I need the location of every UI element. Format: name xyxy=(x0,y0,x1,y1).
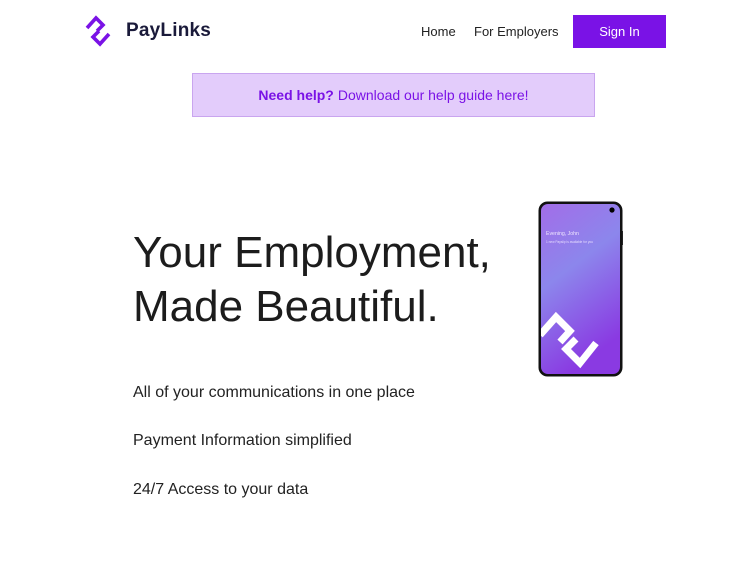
nav-home-link[interactable]: Home xyxy=(421,24,456,39)
feature-item: Payment Information simplified xyxy=(133,432,352,449)
help-guide-banner[interactable]: Need help? Download our help guide here! xyxy=(192,73,595,117)
feature-item: 24/7 Access to your data xyxy=(133,481,309,498)
sign-in-button[interactable]: Sign In xyxy=(573,15,666,48)
hero-title-line-1: Your Employment, xyxy=(133,228,491,277)
hero-title-line-2: Made Beautiful. xyxy=(133,282,439,331)
feature-item: All of your communications in one place xyxy=(133,384,415,401)
nav-employers-link[interactable]: For Employers xyxy=(474,24,559,39)
phone-subtext: 1 new Payslip is available for you xyxy=(546,240,593,244)
brand-name: PayLinks xyxy=(126,20,212,41)
landing-page: PayLinks Home For Employers Sign In Need… xyxy=(0,0,750,563)
brand-logo-link[interactable]: PayLinks xyxy=(84,14,211,48)
help-banner-text: Download our help guide here! xyxy=(337,87,529,103)
phone-mockup-image: Evening, John 1 new Payslip is available… xyxy=(538,201,623,377)
phone-greeting: Evening, John xyxy=(546,231,579,237)
paylinks-logo-icon xyxy=(85,15,111,47)
hero-title: Your Employment, Made Beautiful. xyxy=(133,226,491,334)
help-banner-strong: Need help? xyxy=(258,87,334,103)
